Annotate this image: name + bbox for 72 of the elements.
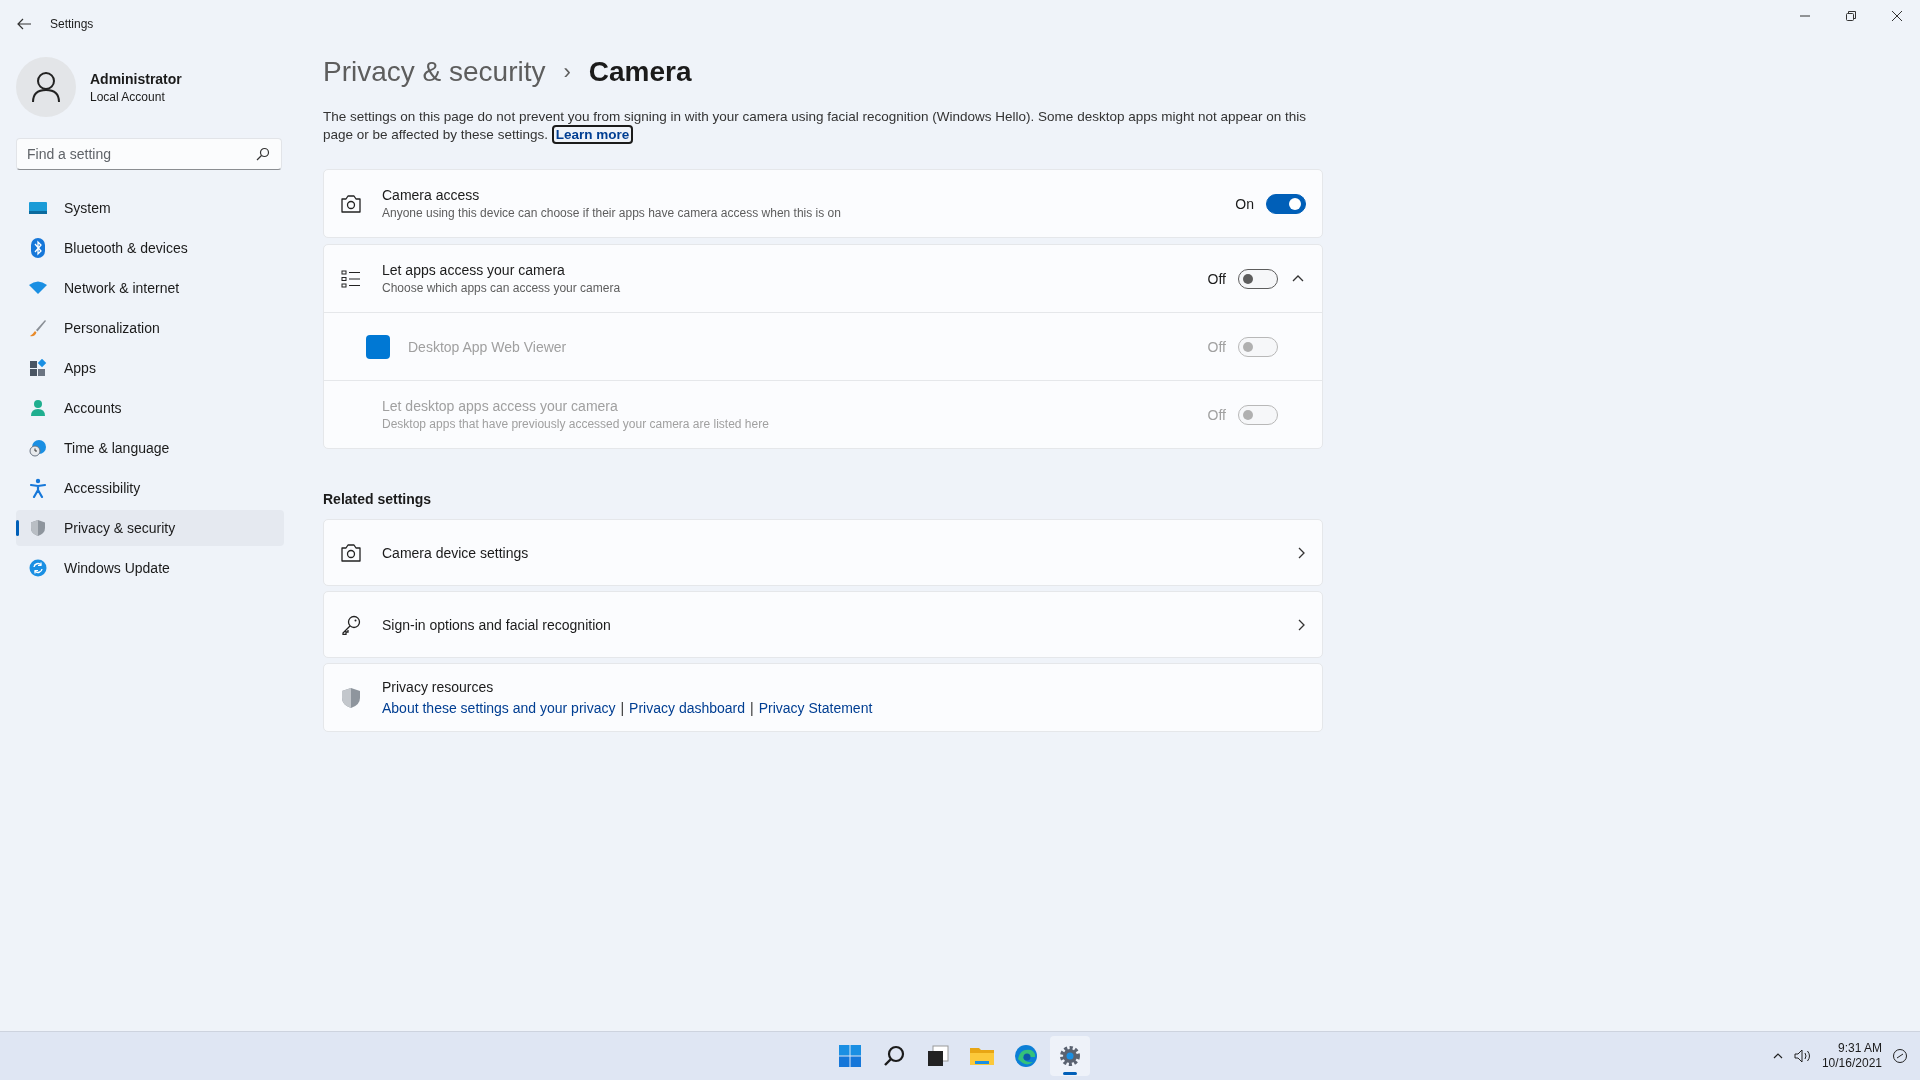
sidebar-item[interactable]: Network & internet xyxy=(16,270,284,306)
toggle-state-label: Off xyxy=(1207,270,1226,287)
search-icon xyxy=(882,1044,906,1068)
sidebar-item[interactable]: Bluetooth & devices xyxy=(16,230,284,266)
bluetooth-icon xyxy=(31,238,45,258)
setting-description: Desktop apps that have previously accessed your camera are listed here xyxy=(382,417,770,431)
restore-icon[interactable] xyxy=(1846,11,1856,21)
setting-title: Camera access xyxy=(382,187,481,203)
chevron-right-icon xyxy=(1296,617,1306,632)
toggle-switch[interactable] xyxy=(1266,193,1306,214)
sidebar-item[interactable]: Windows Update xyxy=(16,550,284,586)
chevron-right-icon xyxy=(1296,545,1306,560)
learn-more-link[interactable]: Learn more xyxy=(551,125,634,144)
shield-icon xyxy=(341,686,361,709)
setting-title: Desktop App Web Viewer xyxy=(408,338,568,355)
sidebar-item[interactable]: Accessibility xyxy=(16,470,284,506)
sidebar-item[interactable]: System xyxy=(16,190,284,226)
search-icon xyxy=(256,147,270,161)
sidebar-item[interactable]: Apps xyxy=(16,350,284,386)
window-title: Settings xyxy=(50,17,94,31)
update-icon xyxy=(29,559,47,577)
breadcrumb-link[interactable]: Privacy & security xyxy=(323,56,546,88)
toggle-state-label: On xyxy=(1235,195,1254,212)
setting-title: Privacy resources xyxy=(382,679,495,695)
key-icon xyxy=(341,614,361,635)
sidebar-item[interactable]: Accounts xyxy=(16,390,284,426)
breadcrumb-separator: › xyxy=(563,59,571,85)
sidebar-item[interactable]: Time & language xyxy=(16,430,284,466)
setting-description: Anyone using this device can choose if their apps have camera access when this is on xyxy=(382,206,842,220)
section-heading: Related settings xyxy=(323,491,433,507)
person-icon xyxy=(30,399,46,417)
sidebar-item[interactable]: Personalization xyxy=(16,310,284,346)
setting-title: Let apps access your camera xyxy=(382,262,566,278)
camera-icon xyxy=(341,543,361,562)
privacy-link[interactable]: Privacy Statement xyxy=(758,700,873,716)
settings-link-row[interactable]: Camera device settings xyxy=(323,519,1323,586)
clock-time[interactable]: 9:31 AM xyxy=(1821,1041,1882,1056)
description-text: The settings on this page do not prevent you from signing in with your camera using facial recognition (Windows Hello). Some desktop apps might not appear on this page or be affected by these settings. Learn more xyxy=(323,108,1308,144)
browser-icon xyxy=(1014,1044,1038,1068)
folder-icon xyxy=(969,1045,995,1067)
page-title: Camera xyxy=(588,56,692,88)
link-separator: | xyxy=(750,700,754,716)
speaker-icon[interactable] xyxy=(1793,1049,1812,1063)
back-arrow-icon[interactable] xyxy=(16,16,32,32)
monitor-icon xyxy=(28,200,48,216)
setting-description: Choose which apps can access your camera xyxy=(382,281,622,295)
gear-icon xyxy=(1058,1044,1082,1068)
shield-icon xyxy=(30,519,46,537)
camera-icon xyxy=(341,194,361,213)
list-icon xyxy=(341,269,361,288)
setting-title: Let desktop apps access your camera xyxy=(382,398,619,414)
privacy-link[interactable]: Privacy dashboard xyxy=(629,700,746,716)
search-field[interactable]: Find a setting xyxy=(16,138,282,170)
task-view-icon xyxy=(926,1044,950,1068)
brush-icon xyxy=(29,319,47,337)
sidebar-item[interactable]: Privacy & security xyxy=(16,510,284,546)
account-type: Local Account xyxy=(90,89,166,104)
clock-date[interactable]: 10/16/2021 xyxy=(1821,1056,1882,1071)
link-separator: | xyxy=(620,700,625,716)
privacy-link[interactable]: About these settings and your privacy xyxy=(382,700,616,716)
windows-logo-icon xyxy=(838,1044,862,1068)
toggle-switch[interactable] xyxy=(1238,268,1278,289)
globe-clock-icon xyxy=(29,439,47,457)
accessibility-icon xyxy=(30,478,46,498)
user-name: Administrator xyxy=(90,70,182,87)
app-icon xyxy=(366,334,390,359)
settings-link-row[interactable]: Sign-in options and facial recognition xyxy=(323,591,1323,658)
wifi-icon xyxy=(28,281,48,295)
toggle-state-label: Off xyxy=(1207,406,1226,423)
toggle-state-label: Off xyxy=(1207,338,1226,355)
close-icon[interactable] xyxy=(1892,11,1902,21)
apps-icon xyxy=(29,359,47,377)
